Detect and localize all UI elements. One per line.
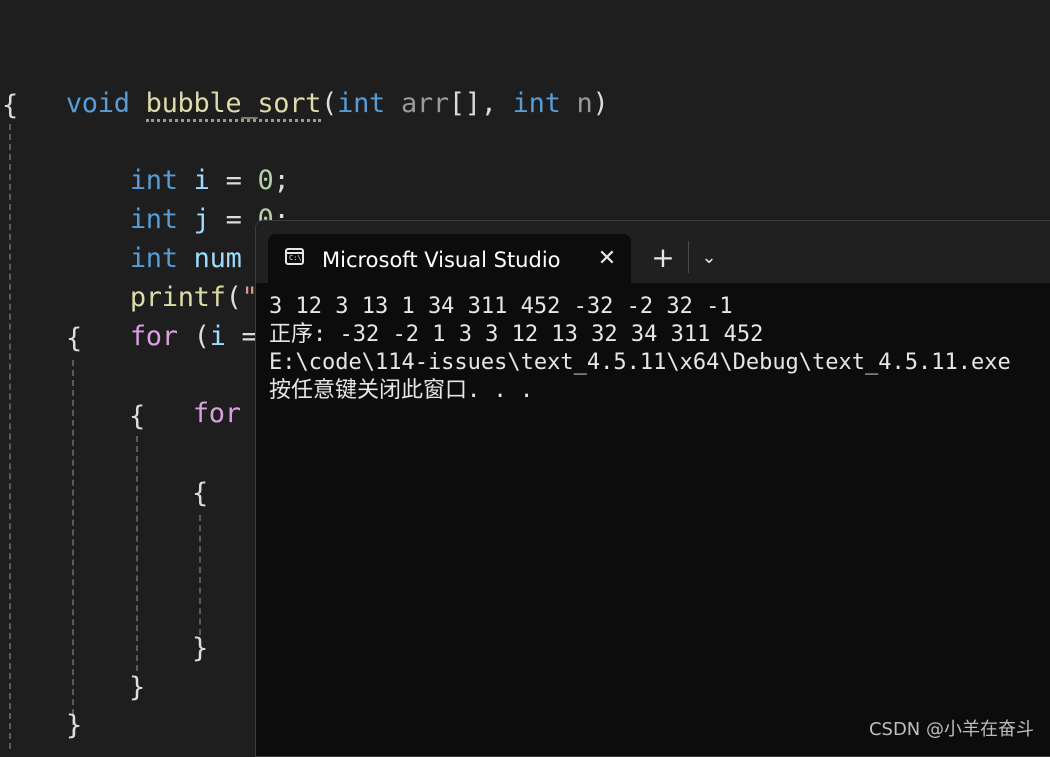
tab-title: Microsoft Visual Studio — [322, 248, 561, 272]
code-line-brace: { — [2, 90, 18, 121]
console-output-line: E:\code\114-issues\text_4.5.11\x64\Debug… — [269, 350, 1011, 375]
paren-close: ) — [592, 88, 609, 119]
terminal-icon-glyph: C:\ — [289, 254, 302, 262]
code-line-brace: { — [192, 478, 208, 509]
code-line-brace: { — [66, 323, 82, 354]
console-titlebar[interactable]: C:\ Microsoft Visual Studio ✕ + ⌄ — [256, 221, 1050, 283]
keyword-void: void — [65, 88, 130, 119]
code-line-brace: } — [66, 710, 82, 741]
brackets-comma: [], — [448, 88, 513, 119]
chevron-down-icon[interactable]: ⌄ — [696, 243, 722, 273]
code-line-decl-j: int j = 0; — [66, 166, 290, 235]
indent-guide — [136, 436, 138, 671]
close-icon[interactable]: ✕ — [594, 246, 620, 272]
paren-open: ( — [321, 88, 338, 119]
paren-open: ( — [177, 321, 210, 352]
keyword-int: int — [512, 88, 561, 119]
console-output-line: 按任意键关闭此窗口. . . — [269, 378, 534, 403]
code-line-brace: } — [129, 672, 145, 703]
variable-i: i — [209, 321, 226, 352]
indent-guide — [9, 124, 11, 749]
keyword-int: int — [337, 88, 385, 119]
titlebar-divider — [688, 241, 689, 273]
keyword-for: for — [192, 398, 241, 429]
console-output-line: 3 12 3 13 1 34 311 452 -32 -2 32 -1 — [269, 294, 733, 319]
code-line-signature: void bubble_sort(int arr[], int n) — [2, 50, 609, 122]
code-line-decl-i: int i = 0; — [66, 127, 290, 196]
param-arr: arr — [400, 88, 449, 119]
new-tab-button[interactable]: + — [648, 243, 678, 273]
code-line-brace: } — [192, 633, 208, 664]
console-window[interactable]: C:\ Microsoft Visual Studio ✕ + ⌄ 3 12 3… — [255, 220, 1050, 757]
terminal-icon: C:\ — [285, 248, 304, 265]
watermark: CSDN @小羊在奋斗 — [868, 719, 1034, 740]
param-n: n — [576, 88, 593, 119]
keyword-for: for — [129, 321, 178, 352]
console-tab[interactable]: C:\ Microsoft Visual Studio ✕ — [268, 234, 631, 283]
console-output-line: 正序: -32 -2 1 3 3 12 13 32 34 311 452 — [269, 322, 764, 347]
code-line-brace: { — [129, 401, 145, 432]
function-name[interactable]: bubble_sort — [145, 88, 321, 122]
indent-guide — [72, 360, 74, 735]
